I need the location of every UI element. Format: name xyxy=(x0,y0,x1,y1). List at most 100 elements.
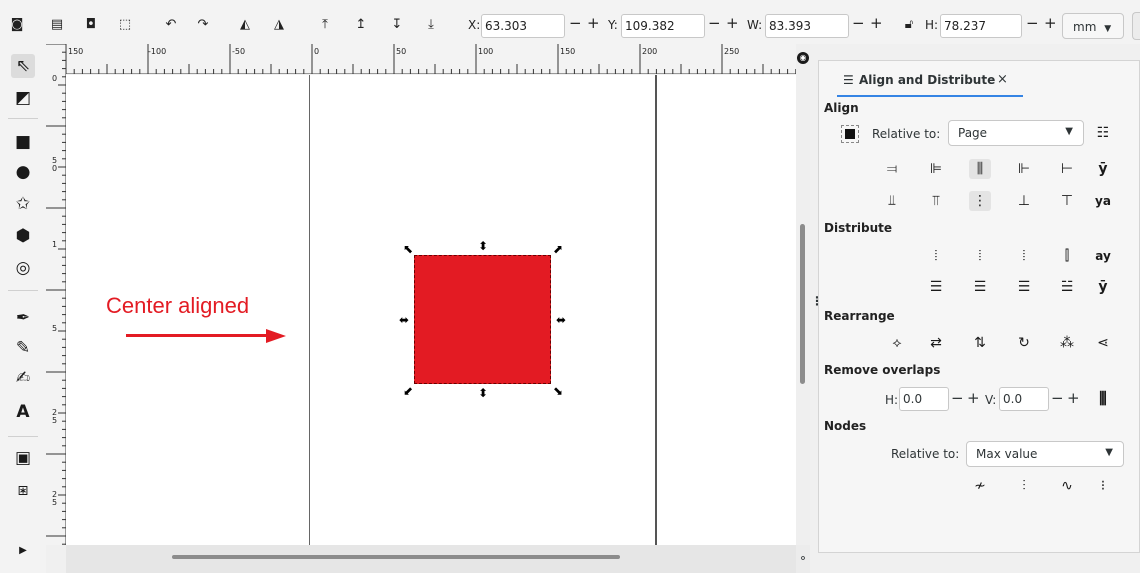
vertical-scrollbar[interactable]: ◉ xyxy=(796,44,810,545)
raise-icon[interactable]: ↥ xyxy=(352,15,370,33)
overlap-h-decrement-button[interactable]: − xyxy=(951,389,964,407)
distribute-top-edges-icon[interactable]: ☰ xyxy=(925,277,947,297)
close-tab-icon[interactable]: × xyxy=(997,72,1008,87)
w-decrement-button[interactable]: − xyxy=(852,14,865,32)
drawing-canvas[interactable]: Center aligned ⬉ ⬍ ⬈ ⬌ ⬌ ⬋ ⬍ ⬊ xyxy=(66,75,796,545)
more-tools-icon[interactable]: ▶ xyxy=(11,538,35,562)
align-text-baseline-icon[interactable]: ya xyxy=(1092,191,1114,211)
raise-to-top-icon[interactable]: ⤒ xyxy=(316,15,334,33)
select-all-icon[interactable]: ◙ xyxy=(8,15,26,33)
selected-rectangle[interactable] xyxy=(414,255,551,384)
scale-handle-e-icon[interactable]: ⬌ xyxy=(555,314,567,326)
unclump-icon[interactable]: ⋖ xyxy=(1092,333,1114,353)
exchange-selection-order-icon[interactable]: ⇄ xyxy=(925,333,947,353)
w-increment-button[interactable]: + xyxy=(870,14,883,32)
overlap-v-increment-button[interactable]: + xyxy=(1067,389,1080,407)
select-all-layers-icon[interactable]: ▤ xyxy=(48,15,66,33)
horizontal-ruler[interactable]: 150 -100 -50 0 50 100 150 200 250 xyxy=(66,44,796,74)
align-bottom-to-top-anchor-icon[interactable]: ⫫ xyxy=(881,191,903,211)
zoom-correction-icon[interactable]: ◉ xyxy=(797,52,809,64)
align-nodes-horizontal-icon[interactable]: ≁ xyxy=(969,476,991,496)
x-increment-button[interactable]: + xyxy=(587,14,600,32)
align-right-edges-icon[interactable]: ⊩ xyxy=(1013,159,1035,179)
3d-box-tool-icon[interactable]: ⬢ xyxy=(11,224,35,248)
scale-handle-ne-icon[interactable]: ⬈ xyxy=(552,243,564,255)
align-top-edges-icon[interactable]: ⫪ xyxy=(925,191,947,211)
pen-tool-icon[interactable]: ✒ xyxy=(11,306,35,330)
node-tool-icon[interactable]: ◩ xyxy=(11,86,35,110)
horizontal-scroll-thumb[interactable] xyxy=(172,555,620,559)
units-dropdown[interactable]: mm ▼ xyxy=(1062,13,1124,39)
align-bottom-edges-icon[interactable]: ⊥ xyxy=(1013,191,1035,211)
flip-horizontal-icon[interactable]: ◭ xyxy=(236,15,254,33)
center-on-vertical-axis-icon[interactable]: ⫼ xyxy=(969,159,991,179)
lower-to-bottom-icon[interactable]: ⤓ xyxy=(422,15,440,33)
overlap-h-increment-button[interactable]: + xyxy=(967,389,980,407)
y-increment-button[interactable]: + xyxy=(726,14,739,32)
panel-grip-icon[interactable]: ⋮ xyxy=(811,295,823,307)
align-nodes-vertical-icon[interactable]: ⫶ xyxy=(1013,476,1035,496)
overlap-h-field[interactable]: 0.0 xyxy=(899,387,949,411)
select-same-icon[interactable]: ⬚ xyxy=(116,15,134,33)
gradient-tool-icon[interactable]: ▣ xyxy=(11,446,35,470)
align-left-to-right-anchor-icon[interactable]: ⊢ xyxy=(1056,159,1078,179)
horizontal-scrollbar[interactable] xyxy=(66,545,796,573)
deselect-icon[interactable]: ◘ xyxy=(82,15,100,33)
distribute-gaps-vertical-icon[interactable]: ☱ xyxy=(1056,277,1078,297)
vertical-scroll-thumb[interactable] xyxy=(800,224,805,384)
scale-handle-sw-icon[interactable]: ⬋ xyxy=(402,385,414,397)
exchange-clockwise-icon[interactable]: ↻ xyxy=(1013,333,1035,353)
scale-handle-w-icon[interactable]: ⬌ xyxy=(398,314,410,326)
vertical-ruler[interactable]: 0 5 0 1 5 2 5 2 5 xyxy=(46,44,66,545)
text-tool-icon[interactable]: A xyxy=(11,400,35,424)
scale-handle-se-icon[interactable]: ⬊ xyxy=(552,385,564,397)
move-as-group-toggle[interactable] xyxy=(841,125,859,143)
treat-as-group-icon[interactable]: ☷ xyxy=(1092,123,1114,143)
lower-icon[interactable]: ↧ xyxy=(388,15,406,33)
remove-overlaps-icon[interactable]: ⦀ xyxy=(1092,389,1114,410)
overlap-v-field[interactable]: 0.0 xyxy=(999,387,1049,411)
color-manage-icon[interactable]: ⚬ xyxy=(796,545,810,573)
nodes-relative-to-dropdown[interactable]: Max value ▼ xyxy=(966,441,1124,467)
distribute-centers-vertical-icon[interactable]: ☰ xyxy=(969,277,991,297)
scale-handle-n-icon[interactable]: ⬍ xyxy=(477,240,489,252)
distribute-right-edges-icon[interactable]: ⦙ xyxy=(1013,246,1035,266)
distribute-centers-horizontal-icon[interactable]: ⦙ xyxy=(969,246,991,266)
selector-tool-icon[interactable]: ⇖ xyxy=(11,54,35,78)
ellipse-tool-icon[interactable]: ● xyxy=(11,160,35,184)
distribute-nodes-vertical-icon[interactable]: ⁝ xyxy=(1092,476,1114,496)
w-field[interactable]: 83.393 xyxy=(765,14,849,38)
align-left-edges-icon[interactable]: ⊫ xyxy=(925,159,947,179)
y-decrement-button[interactable]: − xyxy=(708,14,721,32)
distribute-left-edges-icon[interactable]: ⦙ xyxy=(925,246,947,266)
tab-align-distribute[interactable]: ☰ Align and Distribute × xyxy=(837,65,1023,97)
distribute-gaps-horizontal-icon[interactable]: ⫿ xyxy=(1056,246,1078,266)
align-baseline-icon[interactable]: ȳ xyxy=(1092,159,1114,179)
flip-vertical-icon[interactable]: ◮ xyxy=(270,15,288,33)
star-tool-icon[interactable]: ✩ xyxy=(11,192,35,216)
h-decrement-button[interactable]: − xyxy=(1026,14,1039,32)
distribute-baselines-horizontal-icon[interactable]: ay xyxy=(1092,246,1114,266)
scale-handle-nw-icon[interactable]: ⬉ xyxy=(402,243,414,255)
rectangle-tool-icon[interactable]: ■ xyxy=(11,130,35,154)
exchange-z-order-icon[interactable]: ⇅ xyxy=(969,333,991,353)
rotate-ccw-icon[interactable]: ↶ xyxy=(162,15,180,33)
center-on-horizontal-axis-icon[interactable]: ⋮ xyxy=(969,191,991,211)
h-field[interactable]: 78.237 xyxy=(940,14,1022,38)
mesh-tool-icon[interactable]: ⧆ xyxy=(11,478,35,502)
toolbar-overflow[interactable] xyxy=(1132,12,1140,40)
distribute-bottom-edges-icon[interactable]: ☰ xyxy=(1013,277,1035,297)
distribute-nodes-horizontal-icon[interactable]: ∿ xyxy=(1056,476,1078,496)
align-right-to-left-anchor-icon[interactable]: ⫤ xyxy=(881,159,903,179)
x-decrement-button[interactable]: − xyxy=(569,14,582,32)
h-increment-button[interactable]: + xyxy=(1044,14,1057,32)
randomize-centers-icon[interactable]: ⁂ xyxy=(1056,333,1078,353)
scale-handle-s-icon[interactable]: ⬍ xyxy=(477,387,489,399)
spiral-tool-icon[interactable]: ◎ xyxy=(11,256,35,280)
y-field[interactable]: 109.382 xyxy=(621,14,705,38)
overlap-v-decrement-button[interactable]: − xyxy=(1051,389,1064,407)
lock-icon[interactable]: 🔓︎ xyxy=(900,15,918,33)
relative-to-dropdown[interactable]: Page ▼ xyxy=(948,120,1084,146)
align-top-to-bottom-anchor-icon[interactable]: ⊤ xyxy=(1056,191,1078,211)
rotate-cw-icon[interactable]: ↷ xyxy=(194,15,212,33)
